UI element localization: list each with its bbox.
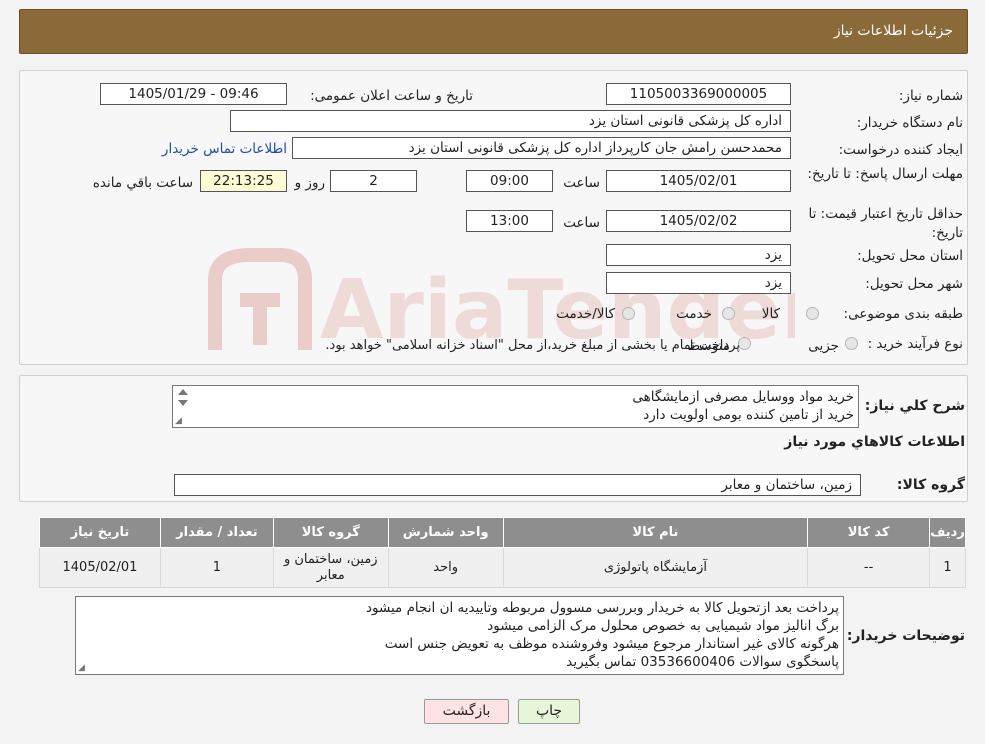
deadline-time-label: ساعت — [563, 175, 600, 191]
note-line: پاسخگوی سوالات 03536600406 تماس بگیرید — [566, 654, 839, 670]
items-table: رديف کد کالا نام کالا واحد شمارش گروه کا… — [39, 517, 966, 588]
city-label: شهر محل تحویل: — [865, 276, 963, 292]
category-goods-service-label: کالا/خدمت — [556, 306, 615, 322]
category-service-radio[interactable] — [722, 307, 735, 320]
need-number-label: شماره نیاز: — [898, 88, 963, 104]
col-code: کد کالا — [807, 517, 931, 548]
announce-date-field: 1405/01/29 - 09:46 — [100, 83, 287, 105]
need-number-field: 1105003369000005 — [606, 83, 791, 105]
goods-group-field: زمین، ساختمان و معابر — [174, 474, 861, 496]
col-group: گروه کالا — [272, 517, 389, 548]
buyer-org-label: نام دستگاه خریدار: — [856, 115, 963, 131]
province-label: استان محل تحویل: — [857, 248, 963, 264]
days-label: روز و — [294, 175, 325, 191]
category-label: طبقه بندی موضوعی: — [843, 306, 963, 322]
cell-date: 1405/02/01 — [39, 547, 161, 588]
deadline-time-field: 09:00 — [466, 170, 553, 192]
scroll-down-icon[interactable] — [178, 400, 188, 406]
col-name: نام کالا — [502, 517, 809, 548]
goods-info-title: اطلاعات کالاهاي مورد نياز — [784, 434, 965, 450]
resize-handle-icon[interactable]: ◢ — [175, 417, 182, 426]
province-field: یزد — [606, 244, 791, 266]
deadline-label: مهلت ارسال پاسخ: تا تاریخ: — [807, 166, 963, 182]
announce-date-label: تاریخ و ساعت اعلان عمومی: — [310, 88, 473, 104]
validity-time-field: 13:00 — [466, 210, 553, 232]
cell-code: -- — [807, 547, 931, 588]
days-field: 2 — [330, 170, 417, 192]
buyer-contact-link[interactable]: اطلاعات تماس خریدار — [162, 141, 287, 157]
note-line: برگ انالیز مواد شیمیایی به خصوص محلول مر… — [487, 618, 839, 634]
col-unit: واحد شمارش — [387, 517, 504, 548]
col-date: تاريخ نياز — [39, 517, 161, 548]
deadline-date-field: 1405/02/01 — [606, 170, 791, 192]
goods-group-label: گروه کالا: — [896, 477, 965, 493]
description-textarea[interactable]: خرید مواد ووسایل مصرفی ازمایشگاهی خرید ا… — [172, 385, 859, 428]
table-header-row: رديف کد کالا نام کالا واحد شمارش گروه کا… — [39, 517, 966, 548]
process-minor-label: جزیی — [808, 338, 839, 354]
creator-label: ایجاد کننده درخواست: — [838, 142, 963, 158]
scroll-up-icon[interactable] — [178, 389, 188, 395]
print-button[interactable]: چاپ — [518, 699, 580, 724]
note-line: هرگونه کالای غیر استاندار مرجوع میشود وف… — [384, 636, 839, 652]
category-goods-radio[interactable] — [806, 307, 819, 320]
category-service-label: خدمت — [676, 306, 712, 322]
cell-unit: واحد — [387, 547, 504, 588]
note-line: پرداخت بعد ازتحویل کالا به خریدار وبررسی… — [365, 600, 839, 616]
validity-date-field: 1405/02/02 — [606, 210, 791, 232]
validity-label: حداقل تاریخ اعتبار قیمت: تا تاریخ: — [808, 206, 963, 241]
cell-name: آزمایشگاه پاتولوژی — [502, 547, 809, 588]
process-minor-radio[interactable] — [845, 337, 858, 350]
remaining-time-label: ساعت باقي مانده — [92, 175, 193, 191]
cell-row: 1 — [929, 547, 966, 588]
col-quantity: تعداد / مقدار — [159, 517, 274, 548]
description-line: خرید مواد ووسایل مصرفی ازمایشگاهی — [632, 389, 854, 405]
remaining-time-field: 22:13:25 — [200, 170, 287, 192]
category-goods-label: کالا — [761, 306, 780, 322]
cell-quantity: 1 — [159, 547, 274, 588]
validity-time-label: ساعت — [563, 215, 600, 231]
description-line: خرید از تامین کننده بومی اولویت دارد — [643, 407, 854, 423]
process-note: پرداخت تمام یا بخشی از مبلغ خرید،از محل … — [325, 338, 740, 353]
table-row: 1 -- آزمایشگاه پاتولوژی واحد زمین، ساختم… — [39, 547, 966, 588]
city-field: یزد — [606, 272, 791, 294]
buyer-org-field: اداره کل پزشکی قانونی استان یزد — [230, 110, 791, 132]
buyer-notes-label: توضيحات خريدار: — [846, 628, 965, 644]
page-header: جزئیات اطلاعات نیاز — [19, 9, 968, 54]
cell-group: زمین، ساختمان و معابر — [272, 547, 389, 588]
col-row: رديف — [929, 517, 966, 548]
resize-handle-icon[interactable]: ◢ — [78, 664, 85, 673]
process-label: نوع فرآیند خرید : — [867, 336, 963, 352]
page-title: جزئیات اطلاعات نیاز — [833, 23, 953, 39]
description-label: شرح کلي نياز: — [864, 398, 965, 414]
back-button[interactable]: بازگشت — [424, 699, 509, 724]
creator-field: محمدحسن رامش جان کارپرداز اداره کل پزشکی… — [292, 137, 791, 159]
buyer-notes-textarea[interactable]: پرداخت بعد ازتحویل کالا به خریدار وبررسی… — [75, 596, 844, 675]
category-goods-service-radio[interactable] — [622, 307, 635, 320]
